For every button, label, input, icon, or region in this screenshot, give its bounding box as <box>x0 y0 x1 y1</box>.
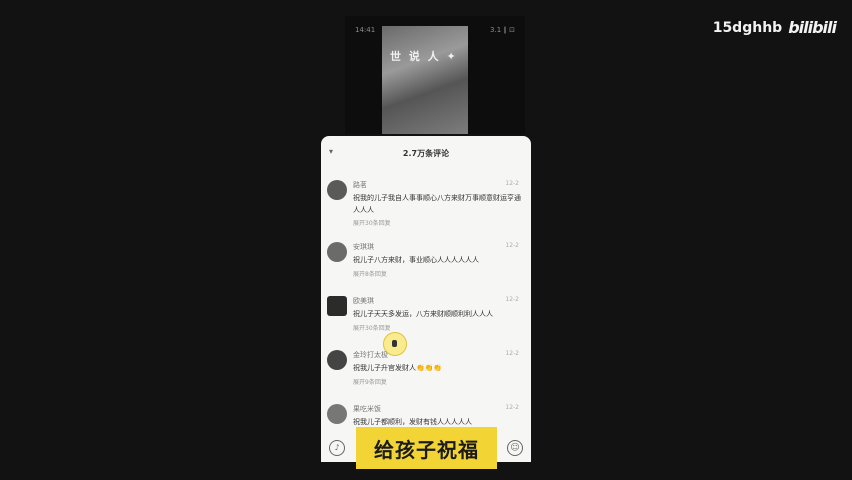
avatar[interactable] <box>327 404 347 424</box>
watermark-username: 15dghhb <box>712 19 783 36</box>
comments-title: 2.7万条评论 <box>402 148 450 158</box>
collapse-icon[interactable]: ▾ <box>329 147 333 156</box>
comment-text: 祝儿子天天多发运，八方来财顺顺利利人人人 <box>353 310 493 318</box>
comment-username[interactable]: 金玲打太极 <box>353 350 388 360</box>
comment-time: 12-2 <box>505 350 519 357</box>
comment-time: 12-2 <box>505 180 519 187</box>
avatar[interactable] <box>327 242 347 262</box>
comment-time: 12-2 <box>505 242 519 249</box>
expand-replies-link[interactable]: 展开8条回复 <box>353 269 387 278</box>
status-icons: 3.1 ∥ ⊡ <box>490 26 515 34</box>
comment-item[interactable]: 路茗 12-2 祝我的儿子我自人事事顺心八方来财万事顺意财运亨通人人人 展开30… <box>327 180 525 230</box>
cursor-indicator <box>383 332 407 356</box>
video-caption: 世 说 人 ✦ <box>390 50 458 63</box>
bilibili-logo: bilibili <box>788 18 837 37</box>
comment-text: 祝儿子八方来财，事业顺心人人人人人人 <box>353 256 479 264</box>
avatar[interactable] <box>327 180 347 200</box>
avatar[interactable] <box>327 296 347 316</box>
comment-username[interactable]: 欧美琪 <box>353 296 374 306</box>
status-time: 14:41 <box>355 26 376 34</box>
comment-username[interactable]: 路茗 <box>353 180 367 190</box>
comment-text: 祝我的儿子我自人事事顺心八方来财万事顺意财运亨通人人人 <box>353 194 521 214</box>
video-subtitle: 给孩子祝福 <box>356 427 497 469</box>
expand-replies-link[interactable]: 展开9条回复 <box>353 377 387 386</box>
mic-icon[interactable]: ♪ <box>329 440 345 456</box>
comment-item[interactable]: 金玲打太极 12-2 祝我儿子升官发财人👏👏👏 展开9条回复 <box>327 350 525 394</box>
expand-replies-link[interactable]: 展开30条回复 <box>353 323 391 332</box>
comment-item[interactable]: 欧美琪 12-2 祝儿子天天多发运，八方来财顺顺利利人人人 展开30条回复 <box>327 296 525 340</box>
expand-replies-link[interactable]: 展开30条回复 <box>353 218 391 227</box>
watermark: 15dghhb bilibili <box>712 18 837 37</box>
comment-time: 12-2 <box>505 404 519 411</box>
comment-item[interactable]: 果吃米饭 12-2 祝我儿子都顺利，发财有钱人人人人人 <box>327 404 525 428</box>
emoji-icon[interactable]: ☺ <box>507 440 523 456</box>
video-thumbnail[interactable]: 世 说 人 ✦ <box>382 26 468 134</box>
video-top-area: 14:41 3.1 ∥ ⊡ 世 说 人 ✦ <box>345 16 525 134</box>
comment-username[interactable]: 安琪琪 <box>353 242 374 252</box>
comments-header: ▾ 2.7万条评论 <box>321 136 531 170</box>
comment-text: 祝我儿子升官发财人👏👏👏 <box>353 364 443 372</box>
comment-username[interactable]: 果吃米饭 <box>353 404 381 414</box>
comments-sheet: ▾ 2.7万条评论 路茗 12-2 祝我的儿子我自人事事顺心八方来财万事顺意财运… <box>321 136 531 462</box>
comment-time: 12-2 <box>505 296 519 303</box>
avatar[interactable] <box>327 350 347 370</box>
comment-item[interactable]: 安琪琪 12-2 祝儿子八方来财，事业顺心人人人人人人 展开8条回复 <box>327 242 525 286</box>
